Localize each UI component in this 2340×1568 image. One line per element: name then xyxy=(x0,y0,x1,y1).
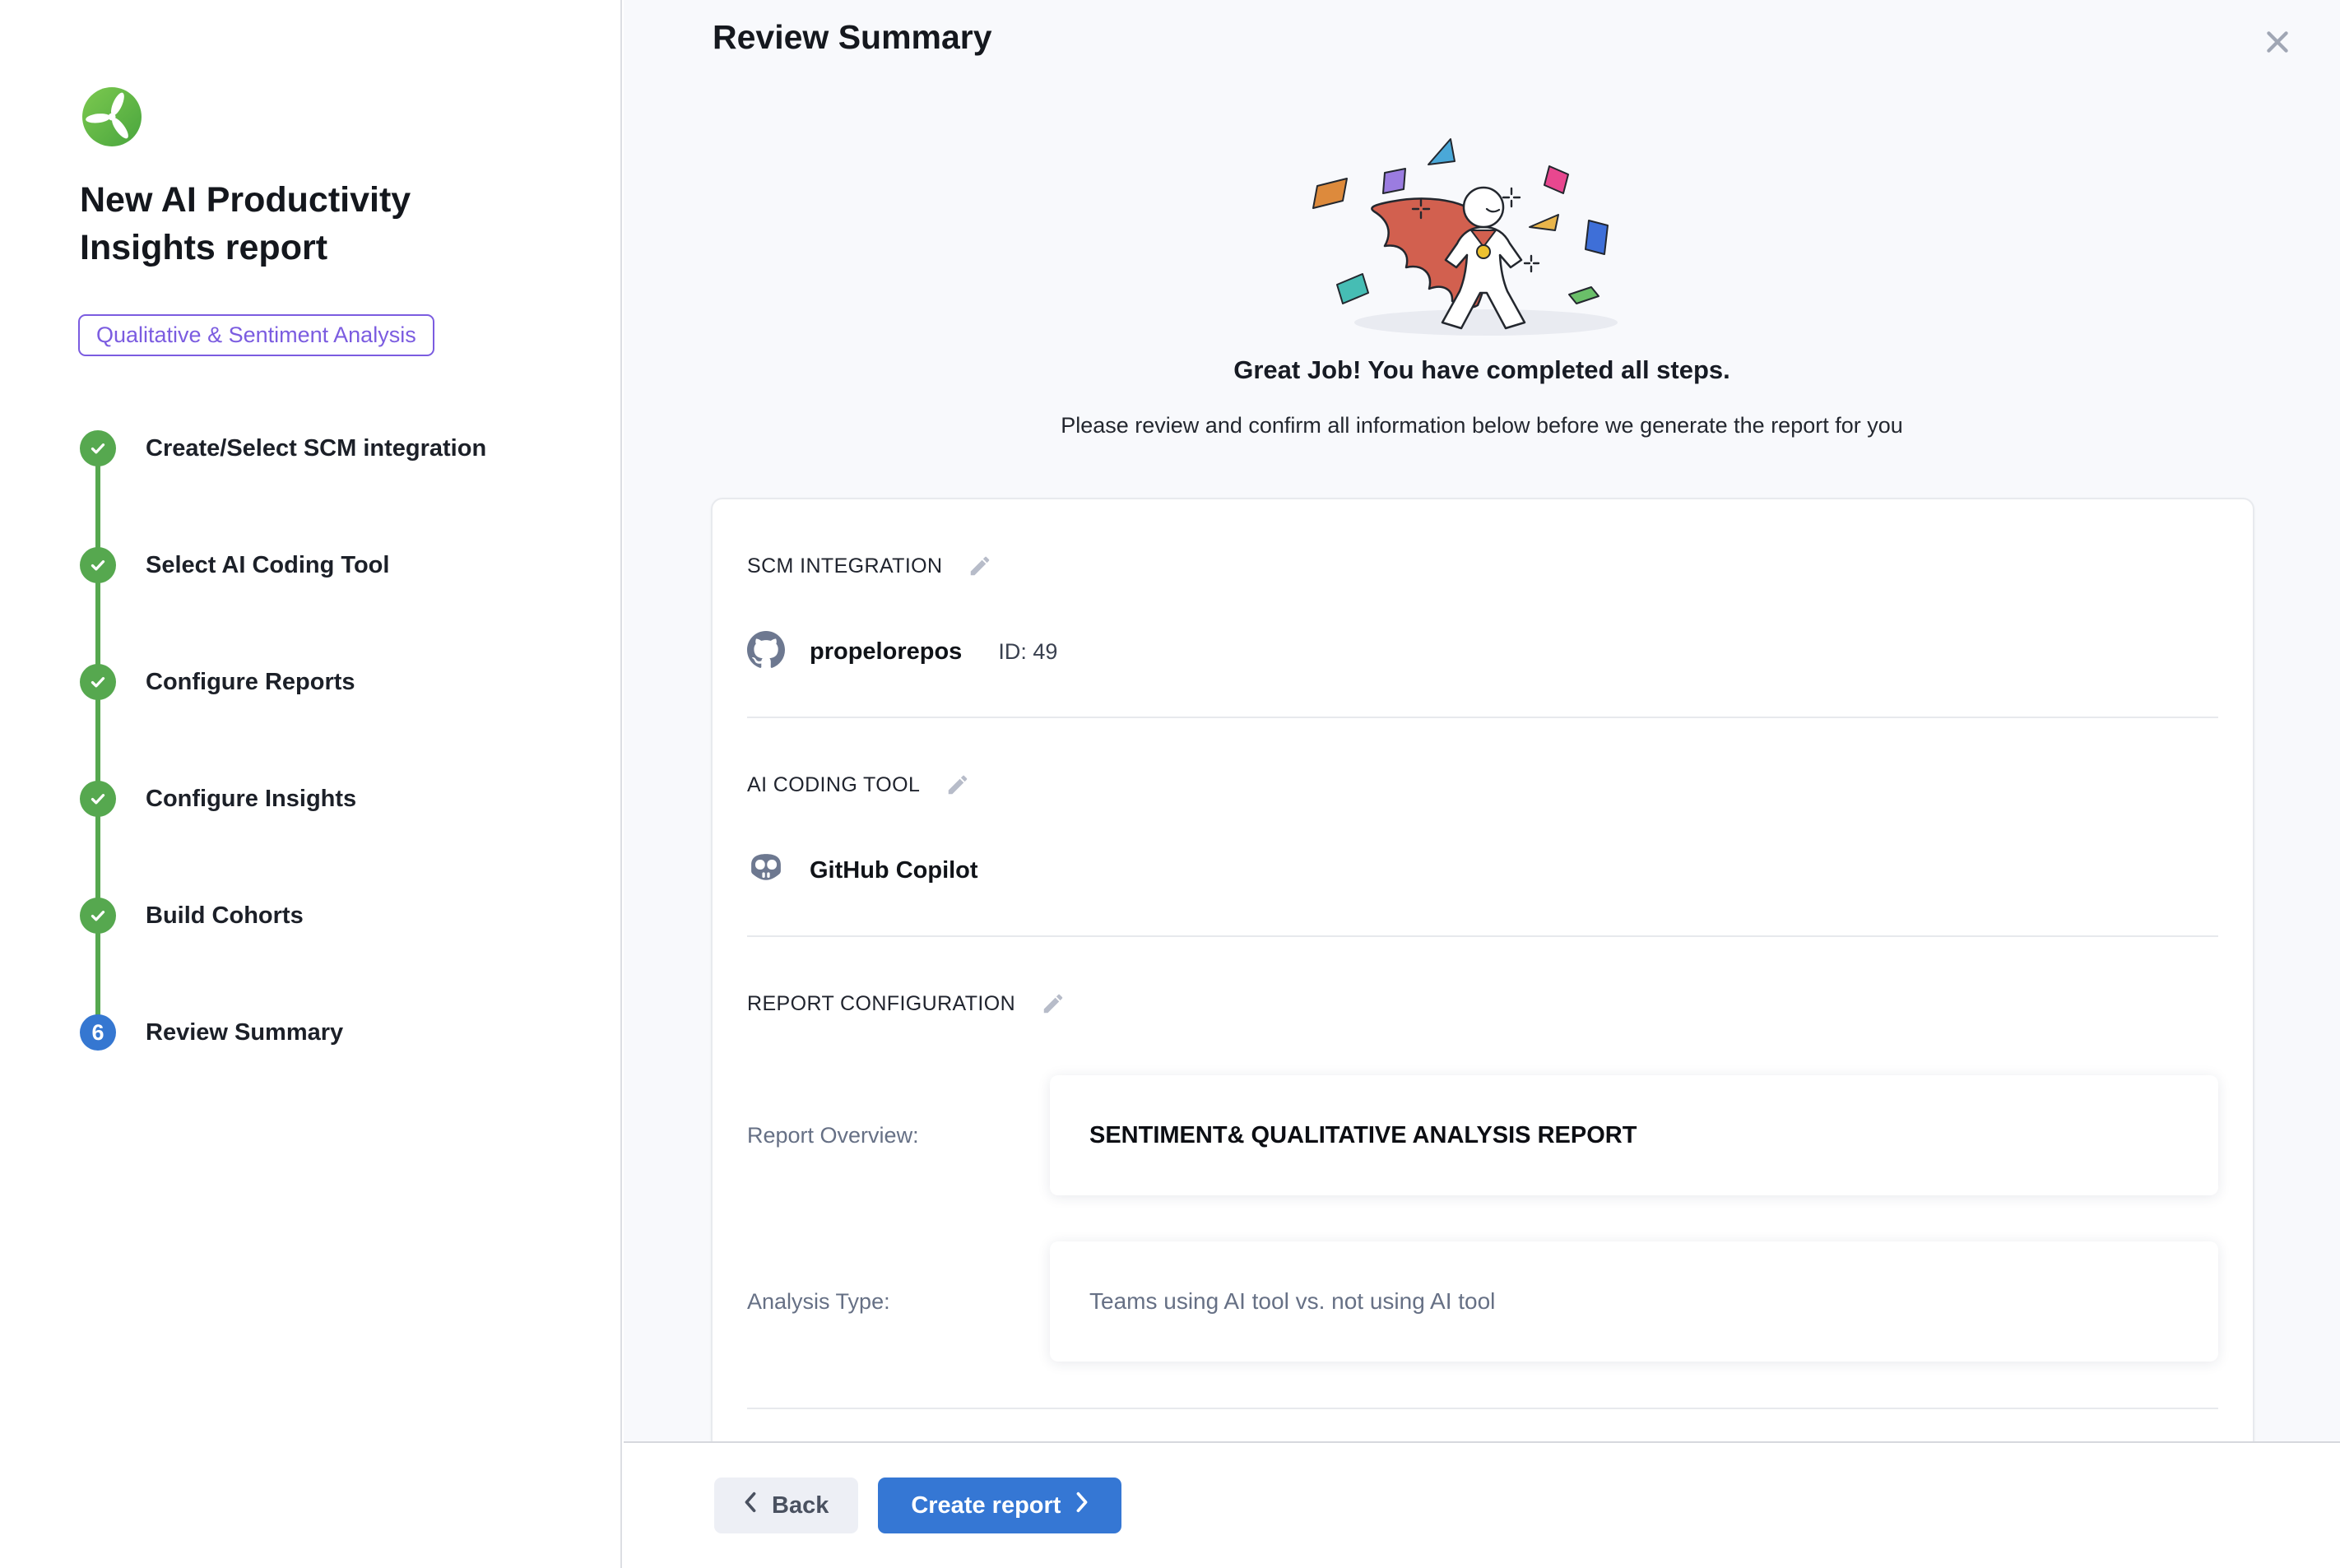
close-icon xyxy=(2261,49,2294,61)
app-window: New AI Productivity Insights report Qual… xyxy=(0,0,2340,1568)
step-label: Create/Select SCM integration xyxy=(146,435,486,462)
report-overview-value: SENTIMENT& QUALITATIVE ANALYSIS REPORT xyxy=(1050,1075,2218,1195)
step-item-ai-tool[interactable]: Select AI Coding Tool xyxy=(80,547,573,583)
report-overview-label: Report Overview: xyxy=(747,1123,1050,1148)
step-check-icon xyxy=(80,898,116,934)
section-divider xyxy=(747,1408,2218,1409)
chevron-right-icon xyxy=(1075,1491,1089,1519)
stepper: Create/Select SCM integration Select AI … xyxy=(80,430,573,1051)
step-check-icon xyxy=(80,781,116,817)
review-summary-panel: Review Summary xyxy=(624,0,2340,1441)
step-label: Review Summary xyxy=(146,1019,343,1046)
github-icon xyxy=(747,631,785,673)
back-button-label: Back xyxy=(772,1492,829,1519)
step-item-configure-reports[interactable]: Configure Reports xyxy=(80,664,573,700)
back-button[interactable]: Back xyxy=(714,1478,858,1533)
edit-report-config-button[interactable] xyxy=(1040,990,1066,1017)
analysis-type-label: Analysis Type: xyxy=(747,1289,1050,1315)
edit-ai-tool-button[interactable] xyxy=(945,772,971,798)
hero-section: Great Job! You have completed all steps.… xyxy=(624,115,2340,438)
report-overview-row: Report Overview: SENTIMENT& QUALITATIVE … xyxy=(747,1075,2218,1195)
scm-integration-name: propelorepos xyxy=(810,638,962,666)
sidebar: New AI Productivity Insights report Qual… xyxy=(0,0,622,1568)
step-label: Configure Insights xyxy=(146,786,356,813)
hero-subheading: Please review and confirm all informatio… xyxy=(1061,413,1903,438)
step-check-icon xyxy=(80,430,116,466)
report-type-badge: Qualitative & Sentiment Analysis xyxy=(78,314,434,356)
pencil-icon xyxy=(945,787,970,800)
chevron-left-icon xyxy=(744,1491,757,1519)
analysis-type-row: Analysis Type: Teams using AI tool vs. n… xyxy=(747,1241,2218,1362)
step-check-icon xyxy=(80,547,116,583)
analysis-type-value: Teams using AI tool vs. not using AI too… xyxy=(1050,1241,2218,1362)
copilot-icon xyxy=(747,850,785,892)
ai-tool-name: GitHub Copilot xyxy=(810,857,978,884)
create-report-button[interactable]: Create report xyxy=(878,1478,1121,1533)
step-item-scm[interactable]: Create/Select SCM integration xyxy=(80,430,573,466)
report-config-section: REPORT CONFIGURATION Report Overview: SE… xyxy=(747,937,2218,1408)
hero-heading: Great Job! You have completed all steps. xyxy=(1233,355,1730,385)
summary-card: SCM INTEGRATION propelorepos ID: 49 xyxy=(711,498,2254,1441)
report-config-section-title: REPORT CONFIGURATION xyxy=(747,992,1015,1016)
wizard-title: New AI Productivity Insights report xyxy=(80,176,491,271)
step-item-build-cohorts[interactable]: Build Cohorts xyxy=(80,898,573,934)
propelo-logo-icon xyxy=(82,87,142,146)
wizard-footer: Back Create report xyxy=(624,1441,2340,1568)
step-label: Configure Reports xyxy=(146,669,355,696)
pencil-icon xyxy=(1041,1006,1066,1018)
ai-tool-section: AI CODING TOOL xyxy=(747,718,2218,935)
step-number-badge: 6 xyxy=(80,1014,116,1051)
scm-section: SCM INTEGRATION propelorepos ID: 49 xyxy=(747,499,2218,717)
step-item-review-summary[interactable]: 6 Review Summary xyxy=(80,1014,573,1051)
step-label: Build Cohorts xyxy=(146,902,304,930)
scm-section-title: SCM INTEGRATION xyxy=(747,554,942,578)
pencil-icon xyxy=(968,568,992,581)
step-check-icon xyxy=(80,664,116,700)
create-report-label: Create report xyxy=(911,1492,1061,1519)
ai-tool-section-title: AI CODING TOOL xyxy=(747,773,920,797)
step-item-configure-insights[interactable]: Configure Insights xyxy=(80,781,573,817)
close-button[interactable] xyxy=(2258,23,2297,63)
scm-integration-id: ID: 49 xyxy=(998,639,1057,665)
step-label: Select AI Coding Tool xyxy=(146,552,389,579)
page-title: Review Summary xyxy=(713,18,992,57)
celebration-illustration xyxy=(1268,115,1696,354)
stepper-connector xyxy=(95,448,100,1032)
edit-scm-button[interactable] xyxy=(967,553,993,579)
